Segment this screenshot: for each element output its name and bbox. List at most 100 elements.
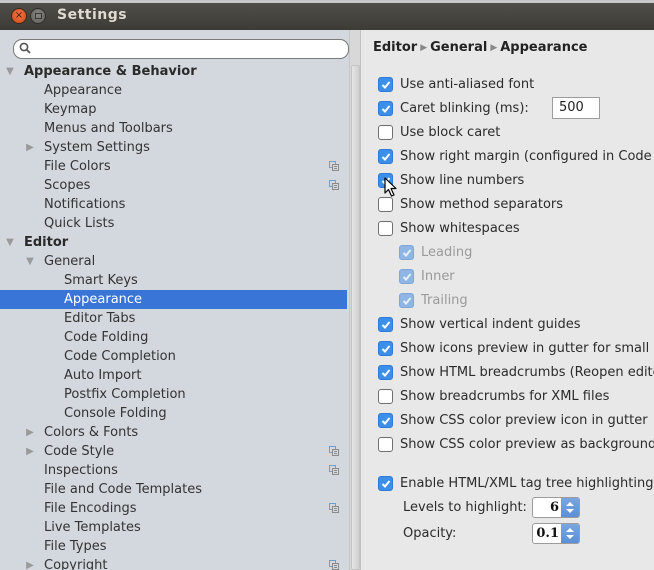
sidebar-item-file-colors[interactable]: File Colors [0, 157, 347, 176]
option-label: Enable HTML/XML tag tree highlighting [400, 476, 654, 491]
checkmark-icon [381, 177, 391, 185]
opacity-spinner-buttons[interactable] [561, 524, 579, 543]
checkbox[interactable] [378, 221, 393, 236]
collapse-arrow-icon[interactable]: ▶ [24, 442, 36, 461]
sidebar-item-label: Appearance & Behavior [24, 64, 197, 79]
settings-sidebar: ▼ Appearance & Behavior Appearance Keymap Me… [0, 30, 349, 570]
option-label: Trailing [421, 293, 468, 308]
sidebar-item-system-settings[interactable]: ▶ System Settings [0, 138, 347, 157]
option-label: Show breadcrumbs for XML files [400, 389, 610, 404]
sidebar-item-label: Code Completion [64, 349, 176, 364]
sidebar-item-label: File and Code Templates [44, 482, 202, 497]
checkbox[interactable] [399, 269, 414, 284]
checkbox[interactable] [378, 389, 393, 404]
checkbox[interactable] [378, 476, 393, 491]
sidebar-item-quick-lists[interactable]: Quick Lists [0, 214, 347, 233]
levels-value: 6 [549, 500, 559, 515]
option-label: Show HTML breadcrumbs (Reopen editor) [400, 365, 654, 380]
sidebar-item-label: File Types [44, 539, 107, 554]
checkbox[interactable] [378, 317, 393, 332]
expand-arrow-icon[interactable]: ▼ [4, 62, 16, 81]
sidebar-item-label: Copyright [44, 558, 108, 570]
checkbox[interactable] [399, 245, 414, 260]
breadcrumb: Editor ▶ General ▶ Appearance [373, 40, 587, 55]
collapse-arrow-icon[interactable]: ▶ [24, 556, 36, 570]
checkmark-icon [381, 321, 391, 329]
sidebar-item-editor-tabs[interactable]: Editor Tabs [0, 309, 347, 328]
levels-label: Levels to highlight: [403, 500, 527, 515]
close-icon: × [14, 10, 24, 21]
sidebar-item-label: Postfix Completion [64, 387, 186, 402]
checkmark-icon [402, 297, 412, 305]
sidebar-item-colors-fonts[interactable]: ▶ Colors & Fonts [0, 423, 347, 442]
caret-blink-input[interactable]: 500 [552, 97, 600, 119]
expand-arrow-icon[interactable]: ▼ [4, 233, 16, 252]
window-title: Settings [57, 7, 128, 23]
opacity-value: 0.1 [536, 526, 559, 541]
sidebar-item-scopes[interactable]: Scopes [0, 176, 347, 195]
sidebar-item-file-types[interactable]: File Types [0, 537, 347, 556]
expand-arrow-icon[interactable]: ▼ [24, 252, 36, 271]
search-input[interactable] [13, 39, 349, 59]
checkbox[interactable] [378, 77, 393, 92]
option-label: Show CSS color preview icon in gutter [400, 413, 648, 428]
collapse-arrow-icon[interactable]: ▶ [24, 138, 36, 157]
sidebar-item-live-templates[interactable]: Live Templates [0, 518, 347, 537]
levels-spinner-buttons[interactable] [561, 498, 579, 517]
sidebar-item-label: File Encodings [44, 501, 137, 516]
project-settings-icon [329, 465, 339, 475]
sidebar-scrollbar[interactable] [349, 30, 361, 570]
sidebar-item-keymap[interactable]: Keymap [0, 100, 347, 119]
checkbox[interactable] [378, 341, 393, 356]
close-button[interactable]: × [11, 8, 27, 24]
project-settings-icon [329, 161, 339, 171]
sidebar-item-editor[interactable]: ▼ Editor [0, 233, 347, 252]
checkbox[interactable] [378, 101, 393, 116]
option-label: Show vertical indent guides [400, 317, 581, 332]
sidebar-item-file-encodings[interactable]: File Encodings [0, 499, 347, 518]
maximize-button[interactable] [30, 8, 46, 24]
sidebar-item-menus-and-toolbars[interactable]: Menus and Toolbars [0, 119, 347, 138]
checkbox[interactable] [378, 125, 393, 140]
sidebar-item-code-folding[interactable]: Code Folding [0, 328, 347, 347]
breadcrumb-separator-icon: ▶ [490, 43, 498, 53]
checkbox[interactable] [399, 293, 414, 308]
sidebar-item-label: Quick Lists [44, 216, 115, 231]
sidebar-item-file-and-code-templates[interactable]: File and Code Templates [0, 480, 347, 499]
sidebar-item-postfix-completion[interactable]: Postfix Completion [0, 385, 347, 404]
checkbox[interactable] [378, 197, 393, 212]
sidebar-item-copyright[interactable]: ▶ Copyright [0, 556, 347, 570]
sidebar-item-auto-import[interactable]: Auto Import [0, 366, 347, 385]
settings-tree: ▼ Appearance & Behavior Appearance Keymap Me… [0, 62, 347, 570]
opacity-label: Opacity: [403, 526, 457, 541]
sidebar-item-console-folding[interactable]: Console Folding [0, 404, 347, 423]
checkmark-icon [402, 273, 412, 281]
collapse-arrow-icon[interactable]: ▶ [24, 423, 36, 442]
sidebar-item-code-style[interactable]: ▶ Code Style [0, 442, 347, 461]
levels-spinner[interactable]: 6 [532, 497, 580, 518]
sidebar-item-label: Live Templates [44, 520, 141, 535]
sidebar-item-notifications[interactable]: Notifications [0, 195, 347, 214]
sidebar-item-general[interactable]: ▼ General [0, 252, 347, 271]
sidebar-item-label: Notifications [44, 197, 126, 212]
sidebar-item-label: File Colors [44, 159, 111, 174]
sidebar-item-appearance[interactable]: Appearance [0, 81, 347, 100]
checkbox[interactable] [378, 413, 393, 428]
sidebar-item-appearance-behavior[interactable]: ▼ Appearance & Behavior [0, 62, 347, 81]
option-label: Use anti-aliased font [400, 77, 535, 92]
checkbox[interactable] [378, 149, 393, 164]
sidebar-item-smart-keys[interactable]: Smart Keys [0, 271, 347, 290]
sidebar-item-appearance[interactable]: Appearance [0, 290, 347, 309]
checkbox[interactable] [378, 365, 393, 380]
scrollbar-thumb[interactable] [351, 65, 360, 570]
sidebar-item-inspections[interactable]: Inspections [0, 461, 347, 480]
option-label: Show line numbers [400, 173, 525, 188]
sidebar-item-label: Keymap [44, 102, 97, 117]
checkbox[interactable] [378, 437, 393, 452]
checkbox[interactable] [378, 173, 393, 188]
sidebar-item-code-completion[interactable]: Code Completion [0, 347, 347, 366]
search-icon [19, 42, 31, 54]
breadcrumb-separator-icon: ▶ [420, 43, 428, 53]
opacity-spinner[interactable]: 0.1 [532, 523, 580, 544]
title-bar: × Settings [0, 3, 654, 30]
